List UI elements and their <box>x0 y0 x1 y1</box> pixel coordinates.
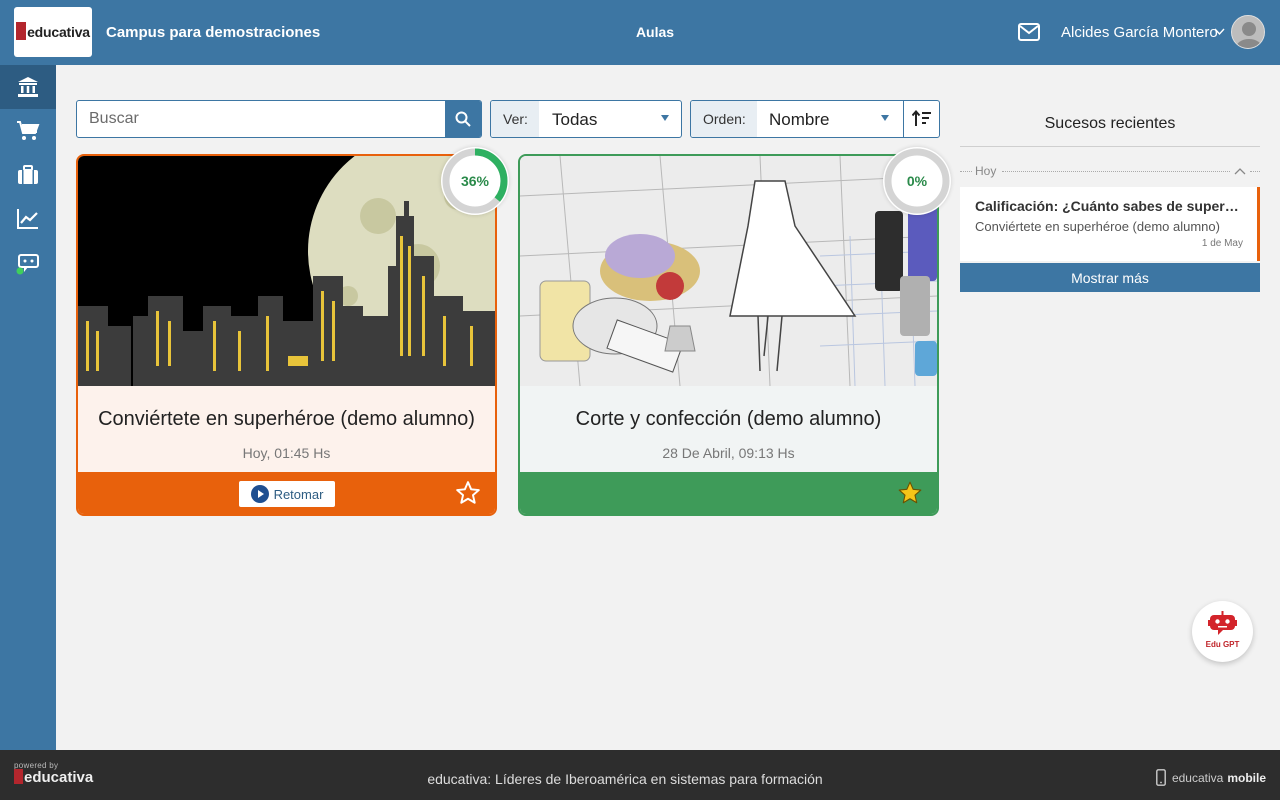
sidebar-item-chat[interactable] <box>0 241 56 285</box>
edu-gpt-label: Edu GPT <box>1205 640 1240 649</box>
search-icon <box>455 111 471 127</box>
course-title[interactable]: Conviértete en superhéroe (demo alumno) <box>78 408 495 431</box>
sidebar-item-estadisticas[interactable] <box>0 197 56 241</box>
top-bar: educativa Campus para demostraciones Aul… <box>0 0 1280 65</box>
briefcase-icon <box>18 165 38 184</box>
ver-label: Ver: <box>491 101 539 137</box>
progress-value: 0% <box>906 173 928 189</box>
search-box <box>76 100 482 138</box>
progress-value: 36% <box>460 173 490 189</box>
bank-icon <box>18 77 38 97</box>
progress-ring: 0% <box>883 147 951 215</box>
course-date: Hoy, 01:45 Hs <box>242 445 331 461</box>
robot-icon <box>1208 611 1237 635</box>
event-title: Calificación: ¿Cuánto sabes de superhéro… <box>975 198 1247 214</box>
course-image-superhero[interactable] <box>78 156 495 386</box>
retomar-label: Retomar <box>273 486 324 502</box>
chevron-up-icon[interactable] <box>1234 166 1246 176</box>
search-input[interactable] <box>77 101 445 137</box>
mobile-prefix: educativa <box>1171 770 1224 785</box>
caret-down-icon <box>881 115 889 121</box>
orden-select[interactable]: Orden: Nombre <box>690 100 904 138</box>
avatar[interactable] <box>1231 15 1265 49</box>
ver-select[interactable]: Ver: Todas <box>490 100 682 138</box>
day-group-header[interactable]: Hoy <box>960 164 1260 178</box>
dotted-line <box>1002 171 1230 172</box>
event-item[interactable]: Calificación: ¿Cuánto sabes de superhéro… <box>960 187 1260 261</box>
ver-value: Todas <box>552 110 598 129</box>
play-icon <box>250 485 269 503</box>
show-more-button[interactable]: Mostrar más <box>960 263 1260 292</box>
sort-direction-button[interactable] <box>903 100 940 138</box>
educativa-mobile-link[interactable]: educativa mobile <box>1156 769 1266 786</box>
retomar-button[interactable]: Retomar <box>239 481 335 507</box>
orden-label: Orden: <box>691 101 757 137</box>
caret-down-icon <box>661 115 669 121</box>
event-course: Conviértete en superhéroe (demo alumno) <box>975 219 1220 234</box>
sidebar-item-aulas[interactable] <box>0 65 56 109</box>
course-title[interactable]: Corte y confección (demo alumno) <box>520 408 937 431</box>
sidebar-item-tienda[interactable] <box>0 109 56 153</box>
course-image-sewing[interactable] <box>520 156 937 386</box>
dotted-line <box>960 171 972 172</box>
footer-tagline: educativa: Líderes de Iberoamérica en si… <box>427 771 823 787</box>
star-filled-icon[interactable] <box>897 480 923 506</box>
event-date: 1 de May <box>1201 238 1243 249</box>
mobile-suffix: mobile <box>1227 770 1266 785</box>
divider <box>960 146 1260 147</box>
chart-icon <box>17 209 38 229</box>
course-footer <box>520 472 937 514</box>
chevron-down-icon[interactable] <box>1214 26 1225 37</box>
footer: powered by educativa educativa: Líderes … <box>0 750 1280 800</box>
mail-icon[interactable] <box>1018 23 1040 41</box>
sidebar-item-maletin[interactable] <box>0 153 56 197</box>
day-label: Hoy <box>975 164 997 178</box>
search-button[interactable] <box>445 101 481 137</box>
orden-value: Nombre <box>769 110 830 129</box>
sidebar <box>0 65 56 750</box>
events-title: Sucesos recientes <box>1044 115 1176 132</box>
course-card[interactable]: Corte y confección (demo alumno) 28 De A… <box>518 154 939 516</box>
progress-ring: 36% <box>441 147 509 215</box>
course-card[interactable]: Conviértete en superhéroe (demo alumno) … <box>76 154 497 516</box>
course-footer: Retomar <box>78 472 495 514</box>
course-date: 28 De Abril, 09:13 Hs <box>662 445 795 461</box>
dotted-line <box>1250 171 1260 172</box>
star-outline-icon[interactable] <box>455 480 481 506</box>
user-name[interactable]: Alcides García Montero <box>1061 24 1218 41</box>
chat-bot-icon <box>16 254 39 275</box>
sort-icon <box>911 110 931 126</box>
cart-icon <box>17 121 40 140</box>
edu-gpt-button[interactable]: Edu GPT <box>1192 601 1253 662</box>
phone-icon <box>1156 769 1166 786</box>
